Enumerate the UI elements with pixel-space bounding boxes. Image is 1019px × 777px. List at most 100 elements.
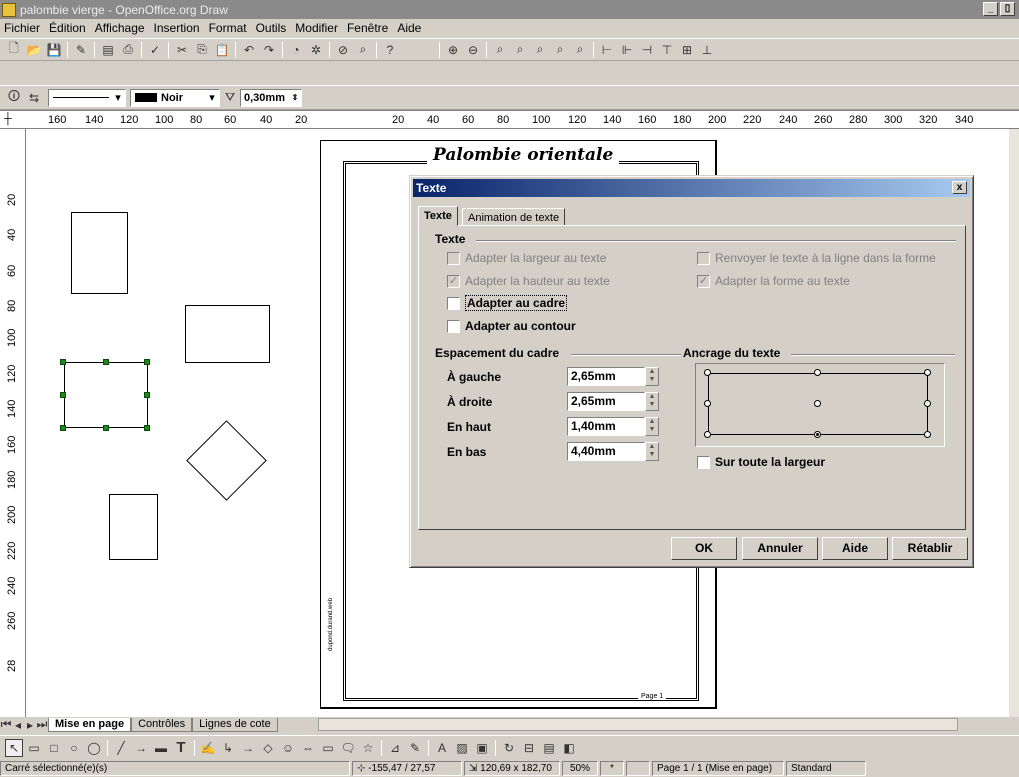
spacing-right-spin[interactable]: 2,65mm ▲ ▼ — [567, 392, 659, 411]
arrow-line-icon[interactable]: → — [132, 739, 150, 757]
horizontal-scrollbar[interactable] — [317, 718, 958, 731]
gallery-icon[interactable]: ▣ — [473, 739, 491, 757]
lines-arrows-icon[interactable]: → — [239, 739, 257, 757]
selection-handle[interactable] — [60, 359, 66, 365]
circle-tool-icon[interactable]: ◯ — [85, 739, 103, 757]
rectangle-tool-icon[interactable]: ▭ — [25, 739, 43, 757]
arrow-style-icon[interactable]: ⇆ — [25, 89, 43, 107]
export-pdf-icon[interactable]: ▤ — [99, 41, 117, 59]
copy-icon[interactable]: ⎘ — [193, 41, 211, 59]
anchor-top-center[interactable] — [814, 369, 821, 376]
anchor-top-right[interactable] — [924, 369, 931, 376]
tab-texte[interactable]: Texte — [418, 206, 458, 226]
anchor-middle-right[interactable] — [924, 400, 931, 407]
square-tool-icon[interactable]: □ — [45, 739, 63, 757]
maximize-button[interactable]: ▯ — [1000, 2, 1015, 16]
extrusion-icon[interactable]: ◧ — [560, 739, 578, 757]
align-icon[interactable]: ⊟ — [520, 739, 538, 757]
rotate-icon[interactable]: ↻ — [500, 739, 518, 757]
rectangle-shape[interactable] — [185, 305, 270, 363]
help-icon[interactable]: ? — [381, 41, 399, 59]
redo-icon[interactable]: ↷ — [260, 41, 278, 59]
minimize-button[interactable]: _ — [983, 2, 998, 16]
save-icon[interactable]: 💾 — [45, 41, 63, 59]
connector-tool-icon[interactable]: ↳ — [219, 739, 237, 757]
selection-handle[interactable] — [144, 392, 150, 398]
next-tab-icon[interactable]: ▸ — [25, 716, 35, 734]
anchor-bottom-right[interactable] — [924, 431, 931, 438]
align-bottom-icon[interactable]: ⊥ — [698, 41, 716, 59]
tab-mise-en-page[interactable]: Mise en page — [48, 717, 132, 732]
diamond-shape[interactable] — [186, 420, 267, 501]
spacing-top-spin[interactable]: 1,40mm ▲ ▼ — [567, 417, 659, 436]
line-color-select[interactable]: Noir ▾ — [130, 88, 220, 107]
menu-fichier[interactable]: Fichier — [4, 21, 40, 35]
first-tab-icon[interactable]: ⏮ — [1, 716, 12, 734]
align-center-icon[interactable]: ⊩ — [618, 41, 636, 59]
reset-button[interactable]: Rétablir — [892, 537, 968, 560]
menu-edition[interactable]: Édition — [49, 21, 86, 35]
zoom-width-icon[interactable]: ⌕ — [571, 41, 589, 59]
fontwork-icon[interactable]: A — [433, 739, 451, 757]
print-icon[interactable]: ⎙ — [119, 41, 137, 59]
align-right-icon[interactable]: ⊣ — [638, 41, 656, 59]
zoom-prev-icon[interactable]: ⌕ — [511, 41, 529, 59]
tab-animation[interactable]: Animation de texte — [462, 208, 566, 226]
selection-handle[interactable] — [60, 392, 66, 398]
filled-rect-icon[interactable]: ▬ — [152, 739, 170, 757]
dialog-close-button[interactable]: x — [952, 181, 967, 194]
menu-outils[interactable]: Outils — [256, 21, 287, 35]
select-arrow-icon[interactable]: ↖ — [5, 738, 23, 757]
anchor-center[interactable] — [814, 400, 821, 407]
zoom-next-icon[interactable]: ⌕ — [531, 41, 549, 59]
menu-format[interactable]: Format — [209, 21, 247, 35]
menu-affichage[interactable]: Affichage — [95, 21, 145, 35]
anchor-bottom-center[interactable] — [814, 431, 821, 438]
anchor-middle-left[interactable] — [704, 400, 711, 407]
flowchart-icon[interactable]: ▭ — [319, 739, 337, 757]
symbol-shapes-icon[interactable]: ☺ — [279, 739, 297, 757]
glue-points-icon[interactable]: ✎ — [406, 739, 424, 757]
align-top-icon[interactable]: ⊤ — [658, 41, 676, 59]
help-button[interactable]: Aide — [822, 537, 888, 560]
rectangle-shape[interactable] — [71, 212, 128, 294]
zoom-100-icon[interactable]: ⌕ — [491, 41, 509, 59]
tab-lignes-de-cote[interactable]: Lignes de cote — [192, 717, 278, 732]
anchor-selector[interactable] — [695, 363, 945, 447]
checkbox-full-width[interactable]: Sur toute la largeur — [697, 455, 825, 469]
zoom-page-icon[interactable]: ⌕ — [551, 41, 569, 59]
line-style-select[interactable]: ▾ — [48, 88, 126, 107]
prev-tab-icon[interactable]: ◂ — [13, 716, 23, 734]
spacing-left-spin[interactable]: 2,65mm ▲ ▼ — [567, 367, 659, 386]
points-icon[interactable]: ⊿ — [386, 739, 404, 757]
vertical-scrollbar[interactable] — [1009, 129, 1019, 717]
rectangle-shape[interactable] — [109, 494, 158, 560]
selection-handle[interactable] — [144, 425, 150, 431]
align-middle-icon[interactable]: ⊞ — [678, 41, 696, 59]
paste-icon[interactable]: 📋 — [213, 41, 231, 59]
checkbox-adapter-contour[interactable]: Adapter au contour — [447, 319, 576, 333]
cancel-button[interactable]: Annuler — [742, 537, 818, 560]
spacing-bottom-spin[interactable]: 4,40mm ▲ ▼ — [567, 442, 659, 461]
checkbox-adapter-largeur[interactable]: Adapter la largeur au texte — [447, 251, 606, 265]
line-tool-icon[interactable]: ╱ — [112, 739, 130, 757]
checkbox-adapter-forme[interactable]: ✓ Adapter la forme au texte — [697, 274, 850, 288]
zoom-in-icon[interactable]: ⊕ — [444, 41, 462, 59]
callouts-icon[interactable]: 🗨 — [339, 739, 357, 757]
status-zoom[interactable]: 50% — [562, 761, 598, 776]
navigator-icon[interactable]: ✲ — [307, 41, 325, 59]
insert-image-icon[interactable]: ▨ — [453, 739, 471, 757]
ok-button[interactable]: OK — [671, 537, 737, 560]
chart-icon[interactable]: ◔ — [287, 41, 305, 59]
zoom-out-icon[interactable]: ⊖ — [464, 41, 482, 59]
open-folder-icon[interactable]: 📂 — [25, 41, 43, 59]
checkbox-adapter-hauteur[interactable]: ✓ Adapter la hauteur au texte — [447, 274, 610, 288]
undo-icon[interactable]: ↶ — [240, 41, 258, 59]
styles-icon[interactable]: 🛈 — [5, 89, 23, 107]
block-arrows-icon[interactable]: ⇔ — [299, 739, 317, 757]
stars-icon[interactable]: ☆ — [359, 739, 377, 757]
basic-shapes-icon[interactable]: ◇ — [259, 739, 277, 757]
new-document-icon[interactable]: 🗋 — [5, 41, 23, 59]
ellipse-tool-icon[interactable]: ○ — [65, 739, 83, 757]
anchor-bottom-left[interactable] — [704, 431, 711, 438]
